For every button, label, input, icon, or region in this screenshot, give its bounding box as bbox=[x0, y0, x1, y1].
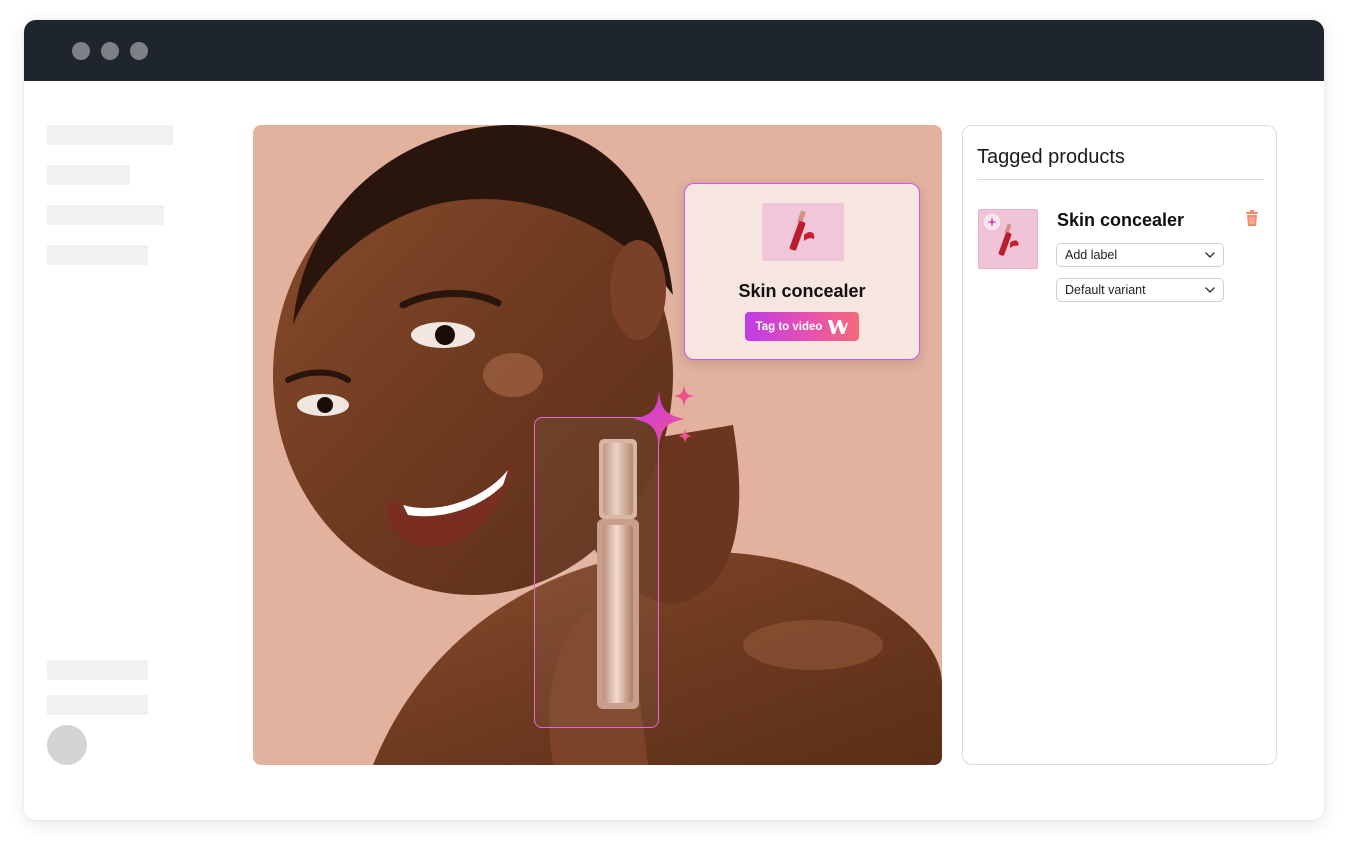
sidebar-skeleton-3 bbox=[47, 205, 164, 225]
variant-value: Default variant bbox=[1065, 283, 1146, 297]
popup-product-thumbnail bbox=[762, 203, 844, 261]
tag-to-video-label: Tag to video bbox=[755, 320, 823, 333]
tagged-products-panel: Tagged products Skin concealer Add label bbox=[962, 125, 1277, 765]
tag-to-video-button[interactable]: Tag to video bbox=[745, 312, 859, 341]
window-maximize-dot[interactable] bbox=[130, 42, 148, 60]
chevron-down-icon bbox=[1205, 252, 1215, 258]
window-minimize-dot[interactable] bbox=[101, 42, 119, 60]
lipgloss-icon bbox=[789, 210, 815, 251]
sidebar-skeleton-5 bbox=[47, 660, 148, 680]
chevron-down-icon bbox=[1205, 287, 1215, 293]
sidebar-skeleton-6 bbox=[47, 695, 148, 715]
add-label-select[interactable]: Add label bbox=[1056, 243, 1224, 267]
product-name: Skin concealer bbox=[1057, 210, 1185, 230]
product-thumbnail[interactable] bbox=[978, 209, 1038, 269]
title-bar bbox=[24, 20, 1324, 81]
window-close-dot[interactable] bbox=[72, 42, 90, 60]
sidebar-skeleton-1 bbox=[47, 125, 173, 145]
product-detection-box[interactable] bbox=[534, 417, 659, 728]
video-frame[interactable]: Skin concealer Tag to video bbox=[253, 125, 942, 765]
add-label-value: Add label bbox=[1065, 248, 1118, 262]
tag-product-popup: Skin concealer Tag to video bbox=[684, 183, 920, 360]
avatar[interactable] bbox=[47, 725, 87, 765]
sidebar-skeleton-4 bbox=[47, 245, 148, 265]
app-window: Skin concealer Tag to video Tagged produ… bbox=[24, 20, 1324, 820]
sidebar-skeleton-2 bbox=[47, 165, 130, 185]
sparkle-icon bbox=[633, 385, 695, 447]
popup-product-name: Skin concealer bbox=[738, 281, 866, 301]
trash-icon[interactable] bbox=[1244, 210, 1260, 227]
lipgloss-icon bbox=[982, 212, 1019, 256]
variant-select[interactable]: Default variant bbox=[1056, 278, 1224, 302]
panel-title: Tagged products bbox=[977, 146, 1125, 168]
divider bbox=[977, 179, 1264, 180]
brand-logo-icon bbox=[828, 319, 849, 334]
